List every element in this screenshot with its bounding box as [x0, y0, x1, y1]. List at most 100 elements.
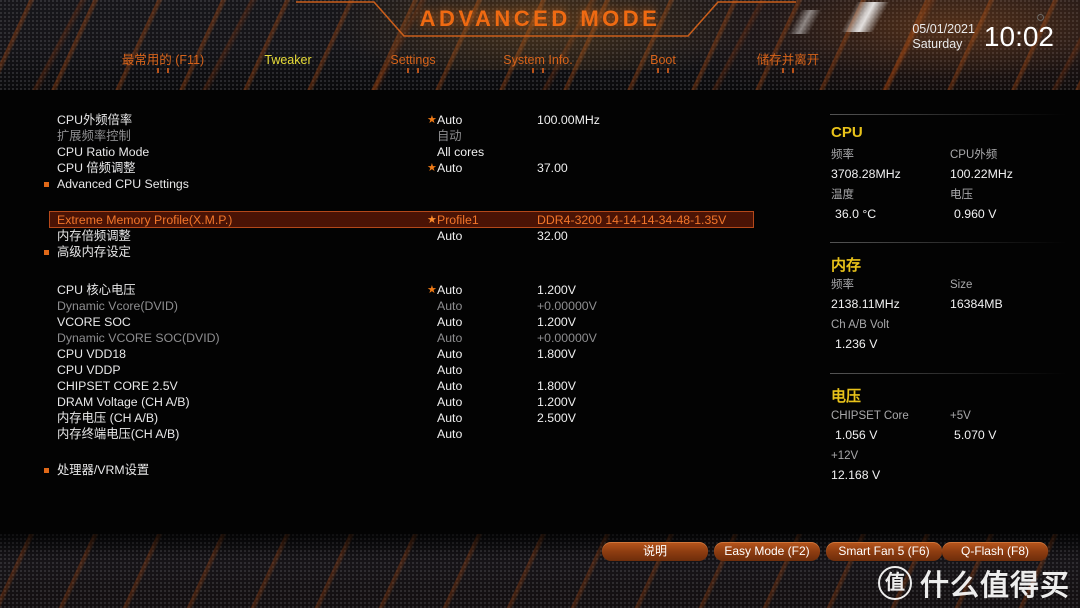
row-label: 扩展频率控制 [57, 129, 131, 143]
settings-row[interactable]: 内存终端电压(CH A/B) Auto [0, 426, 815, 442]
settings-row[interactable]: Dynamic Vcore(DVID) Auto +0.00000V [0, 298, 815, 314]
panel-section-title: 电压 [831, 388, 862, 405]
row-label: Dynamic Vcore(DVID) [57, 299, 178, 313]
settings-row[interactable]: Dynamic VCORE SOC(DVID) Auto +0.00000V [0, 330, 815, 346]
watermark-badge-icon: 值 [877, 566, 912, 600]
row-detail: +0.00000V [537, 331, 597, 345]
row-detail: +0.00000V [537, 299, 597, 313]
row-label: Extreme Memory Profile(X.M.P.) [57, 213, 233, 227]
row-value[interactable]: Profile1 [437, 212, 479, 228]
footer-button[interactable]: Q-Flash (F8) [942, 542, 1048, 561]
row-label: CPU 核心电压 [57, 283, 136, 297]
clock-widget: 05/01/2021 Saturday 10:02 [912, 22, 1054, 52]
settings-row[interactable]: CHIPSET CORE 2.5V Auto 1.800V [0, 378, 815, 394]
row-value[interactable]: Auto [437, 160, 462, 176]
main-tab-bar: 最常用的 (F11) Tweaker Settings System Info. Boo… [0, 52, 1080, 86]
settings-row[interactable]: CPU外频倍率 ★ Auto 100.00MHz [0, 112, 815, 128]
favorite-star-icon[interactable]: ★ [427, 113, 437, 128]
row-detail: 1.800V [537, 379, 576, 393]
tab-2[interactable]: Settings [353, 52, 473, 73]
tab-1[interactable]: Tweaker [228, 52, 348, 68]
tab-label: System Info. [503, 53, 573, 67]
row-detail: 1.200V [537, 283, 576, 297]
settings-row[interactable]: 处理器/VRM设置 [0, 462, 815, 478]
tab-5[interactable]: 储存并离开 [728, 52, 848, 73]
favorite-star-icon[interactable]: ★ [427, 283, 437, 298]
row-value[interactable]: Auto [437, 410, 462, 426]
panel-divider [830, 373, 1066, 374]
panel-divider [830, 114, 1066, 115]
settings-row[interactable]: CPU VDDP Auto [0, 362, 815, 378]
settings-row[interactable]: 扩展频率控制 自动 [0, 128, 815, 144]
row-value[interactable]: Auto [437, 426, 462, 442]
row-value[interactable]: Auto [437, 112, 462, 128]
row-value[interactable]: Auto [437, 228, 462, 244]
tab-label: 最常用的 (F11) [121, 53, 205, 67]
favorite-star-icon[interactable]: ★ [427, 213, 437, 228]
panel-field-label: 频率 [831, 149, 854, 161]
favorite-star-icon[interactable]: ★ [427, 161, 437, 176]
settings-row[interactable]: VCORE SOC Auto 1.200V [0, 314, 815, 330]
row-value[interactable]: Auto [437, 298, 462, 314]
footer-bar: 说明 Easy Mode (F2) Smart Fan 5 (F6) Q-Flash … [0, 534, 1080, 608]
settings-row[interactable]: CPU Ratio Mode All cores [0, 144, 815, 160]
watermark-text: 什么值得买 [919, 570, 1070, 602]
footer-button[interactable]: Easy Mode (F2) [714, 542, 820, 561]
row-detail: 2.500V [537, 411, 576, 425]
panel-divider [830, 242, 1066, 243]
panel-field-value: 12.168 V [831, 468, 881, 482]
panel-field-label: +12V [831, 450, 859, 462]
settings-row[interactable]: 高级内存设定 [0, 244, 815, 260]
row-value[interactable]: Auto [437, 330, 462, 346]
row-value[interactable]: All cores [437, 144, 484, 160]
row-value[interactable]: Auto [437, 362, 462, 378]
footer-button[interactable]: 说明 [602, 542, 708, 561]
row-detail: 1.200V [537, 395, 576, 409]
panel-section-title: CPU [831, 124, 863, 141]
footer-button[interactable]: Smart Fan 5 (F6) [826, 542, 942, 561]
row-value[interactable]: Auto [437, 378, 462, 394]
settings-list: CPU外频倍率 ★ Auto 100.00MHz 扩展频率控制 自动 CPU Ratio M… [0, 96, 815, 536]
panel-field-label: Ch A/B Volt [831, 319, 890, 331]
panel-field-value: 0.960 V [954, 207, 997, 221]
tab-label: Boot [650, 53, 676, 67]
row-value[interactable]: Auto [437, 314, 462, 330]
panel-section-title: 内存 [831, 257, 862, 274]
row-label: Advanced CPU Settings [57, 177, 189, 191]
panel-field-value: 2138.11MHz [831, 297, 900, 311]
row-label: CPU外频倍率 [57, 113, 133, 127]
panel-field-value: 5.070 V [954, 428, 997, 442]
row-value[interactable]: Auto [437, 346, 462, 362]
hardware-monitor-panel: CPU 频率 3708.28MHz CPU外频 100.22MHz 温度 36.0 °C 电压… [820, 96, 1080, 526]
date-block: 05/01/2021 Saturday [912, 22, 975, 52]
row-label: 处理器/VRM设置 [57, 463, 150, 477]
row-label: 内存电压 (CH A/B) [57, 411, 159, 425]
settings-row[interactable]: Extreme Memory Profile(X.M.P.) ★ Profile1 D… [0, 211, 815, 228]
row-value[interactable]: Auto [437, 394, 462, 410]
tab-4[interactable]: Boot [603, 52, 723, 73]
panel-field-label: 温度 [831, 189, 854, 201]
row-label: CPU VDDP [57, 363, 121, 377]
panel-field-label: +5V [950, 410, 971, 422]
tab-label: Tweaker [264, 53, 312, 67]
row-label: 内存倍频调整 [57, 229, 131, 243]
settings-row[interactable]: CPU VDD18 Auto 1.800V [0, 346, 815, 362]
settings-row[interactable]: Advanced CPU Settings [0, 176, 815, 192]
settings-row[interactable]: CPU 倍频调整 ★ Auto 37.00 [0, 160, 815, 176]
row-value[interactable]: 自动 [437, 128, 462, 144]
row-value[interactable]: Auto [437, 282, 462, 298]
panel-field-label: CHIPSET Core [831, 410, 909, 422]
submenu-bullet-icon [44, 182, 49, 187]
tab-0[interactable]: 最常用的 (F11) [103, 52, 223, 73]
tab-3[interactable]: System Info. [478, 52, 598, 73]
row-label: 内存终端电压(CH A/B) [57, 427, 180, 441]
settings-row[interactable]: 内存电压 (CH A/B) Auto 2.500V [0, 410, 815, 426]
row-detail: 100.00MHz [537, 113, 600, 127]
row-detail: 1.800V [537, 347, 576, 361]
settings-row[interactable]: DRAM Voltage (CH A/B) Auto 1.200V [0, 394, 815, 410]
settings-row[interactable]: CPU 核心电压 ★ Auto 1.200V [0, 282, 815, 298]
settings-row[interactable]: 内存倍频调整 Auto 32.00 [0, 228, 815, 244]
date-text: 05/01/2021 [912, 22, 975, 36]
row-label: VCORE SOC [57, 315, 131, 329]
bios-advanced-mode-screen: ADVANCED MODE 05/01/2021 Saturday 10:02 … [0, 0, 1080, 608]
